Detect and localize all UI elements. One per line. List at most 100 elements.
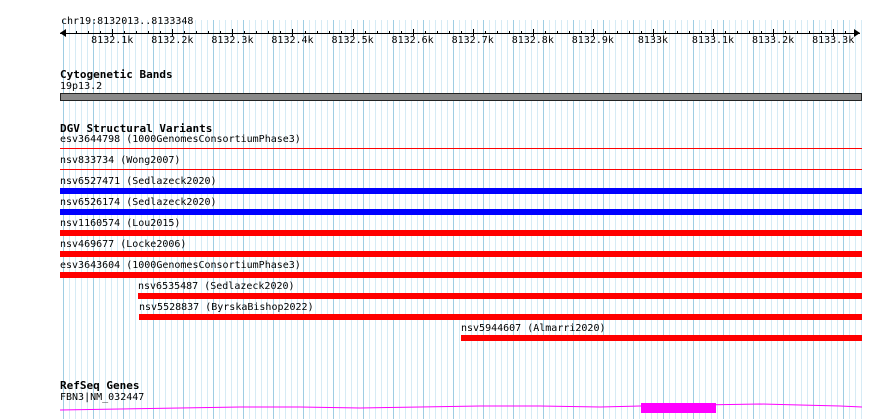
ruler-minor-tick [725,31,727,34]
ruler-tick-label: 8132.6k [391,35,434,46]
ruler-minor-tick [244,31,246,34]
ruler-tick-label: 8132.7k [451,35,494,46]
ruler-minor-tick [749,31,751,34]
ruler-minor-tick [737,31,739,34]
sv-label: nsv6526174 (Sedlazeck2020) [60,197,217,208]
ruler-tick-label: 8132.9k [571,35,614,46]
sv-feature-bar[interactable] [60,148,862,149]
ruler-minor-tick [556,31,558,34]
ruler-minor-tick [196,31,198,34]
ruler-minor-tick [232,31,234,34]
sv-feature-bar[interactable] [461,335,862,341]
sv-feature-bar[interactable] [60,272,862,278]
ruler-tick-label: 8132.8k [511,35,554,46]
ruler-minor-tick [364,31,366,34]
gene-intron-line[interactable] [60,402,862,419]
ruler-minor-tick [172,31,174,34]
ruler-minor-tick [580,31,582,34]
ruler-minor-tick [773,31,775,34]
cytoband-label: 19p13.2 [60,81,103,92]
ruler-tick-label: 8133.3k [812,35,855,46]
ruler-minor-tick [328,31,330,34]
ruler-minor-tick [64,31,66,34]
sv-label: nsv469677 (Locke2006) [60,239,187,250]
ruler-minor-tick [184,31,186,34]
ruler-tick-label: 8132.1k [91,35,134,46]
cytoband-track-title[interactable]: Cytogenetic Bands [60,68,173,81]
ruler-minor-tick [833,31,835,34]
ruler-minor-tick [412,31,414,34]
ruler-minor-tick [400,31,402,34]
sv-feature-bar[interactable] [60,169,862,170]
ruler-minor-tick [520,31,522,34]
grid-minor [63,20,862,419]
sv-label: nsv6535487 (Sedlazeck2020) [138,281,295,292]
ruler-minor-tick [821,31,823,34]
ruler-right-arrow-icon[interactable] [854,29,860,37]
ruler-minor-tick [496,31,498,34]
sv-label: esv3644798 (1000GenomesConsortiumPhase3) [60,134,301,145]
ruler-minor-tick [100,31,102,34]
ruler-minor-tick [424,31,426,34]
ruler-tick-label: 8132.2k [151,35,194,46]
sv-feature-bar[interactable] [138,293,862,299]
refseq-track-title[interactable]: RefSeq Genes [60,379,139,392]
ruler-minor-tick [676,31,678,34]
ruler-minor-tick [388,31,390,34]
ruler-minor-tick [472,31,474,34]
ruler-minor-tick [208,31,210,34]
ruler-tick-label: 8133k [637,35,668,46]
ruler-minor-tick [160,31,162,34]
ruler-minor-tick [568,31,570,34]
ruler-minor-tick [304,31,306,34]
ruler-minor-tick [616,31,618,34]
cytoband-bar[interactable] [60,93,862,101]
ruler-minor-tick [136,31,138,34]
ruler-minor-tick [148,31,150,34]
sv-label: nsv6527471 (Sedlazeck2020) [60,176,217,187]
ruler-minor-tick [256,31,258,34]
ruler-minor-tick [340,31,342,34]
ruler-minor-tick [532,31,534,34]
ruler-minor-tick [484,31,486,34]
ruler-minor-tick [713,31,714,34]
ruler-minor-tick [112,31,114,34]
ruler-minor-tick [124,31,126,34]
sv-feature-bar[interactable] [60,251,862,257]
ruler-minor-tick [544,31,546,34]
ruler-minor-tick [280,31,282,34]
ruler-minor-tick [76,31,78,34]
sv-label: nsv1160574 (Lou2015) [60,218,181,229]
ruler-minor-tick [88,31,90,34]
sv-feature-bar[interactable] [60,209,862,215]
ruler-minor-tick [268,31,270,34]
ruler-tick-label: 8132.5k [331,35,374,46]
ruler-minor-tick [785,31,787,34]
ruler-minor-tick [761,31,763,34]
ruler-minor-tick [460,31,462,34]
ruler-minor-tick [448,31,450,34]
ruler-minor-tick [700,31,702,34]
gene-exon[interactable] [641,403,716,413]
ruler-minor-tick [316,31,318,34]
ruler-minor-tick [220,31,222,34]
ruler-minor-tick [508,31,510,34]
ruler-minor-tick [592,31,594,34]
grid-major [63,20,844,419]
ruler-minor-tick [604,31,606,34]
ruler-minor-tick [352,31,354,34]
sv-label: nsv5528837 (ByrskaBishop2022) [139,302,314,313]
position-label: chr19:8132013..8133348 [61,16,194,27]
sv-feature-bar[interactable] [139,314,862,320]
ruler-minor-tick [797,31,799,34]
sv-feature-bar[interactable] [60,188,862,194]
ruler-minor-tick [436,31,438,34]
ruler-minor-tick [292,31,294,34]
sv-label: nsv5944607 (Almarri2020) [461,323,606,334]
ruler-minor-tick [845,31,847,34]
ruler-minor-tick [628,31,630,34]
sv-feature-bar[interactable] [60,230,862,236]
sv-label: nsv833734 (Wong2007) [60,155,181,166]
ruler-minor-tick [809,31,811,34]
ruler-minor-tick [652,31,654,34]
